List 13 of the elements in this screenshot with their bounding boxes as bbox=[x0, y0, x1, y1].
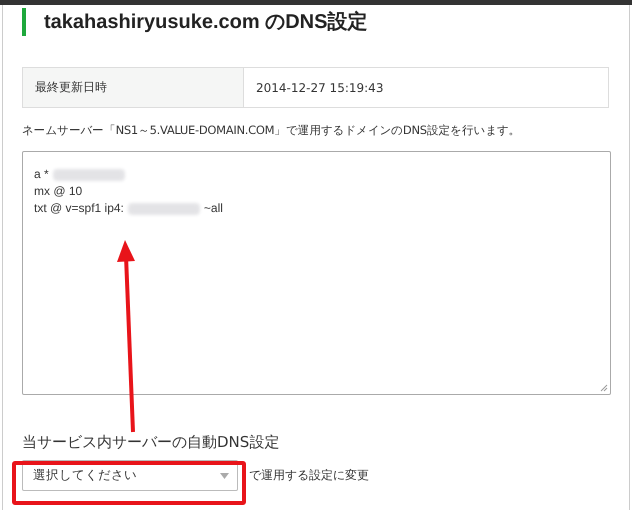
record-text: mx @ 10 bbox=[34, 183, 82, 200]
section-heading: 当サービス内サーバーの自動DNS設定 bbox=[22, 433, 280, 452]
resize-grip-icon[interactable] bbox=[600, 384, 608, 392]
select-suffix-text: で運用する設定に変更 bbox=[249, 467, 369, 484]
caret-icon bbox=[220, 472, 229, 478]
table-cell: 2014-12-27 15:19:43 bbox=[244, 68, 608, 108]
dns-records-field[interactable]: a * mx @ 10 txt @ v=spf1 ip4: ~all bbox=[22, 151, 611, 395]
description-text: ネームサーバー「NS1～5.VALUE-DOMAIN.COM」で運用するドメインのDNS設定を行います。 bbox=[22, 123, 522, 138]
record-text: txt @ v=spf1 ip4: bbox=[34, 200, 124, 217]
page-title: takahashiryusuke.com のDNS設定 bbox=[22, 8, 610, 36]
record-text: ~all bbox=[204, 200, 223, 217]
table-cell: 最終更新日時 bbox=[22, 68, 244, 108]
record-text: a * bbox=[34, 166, 49, 183]
